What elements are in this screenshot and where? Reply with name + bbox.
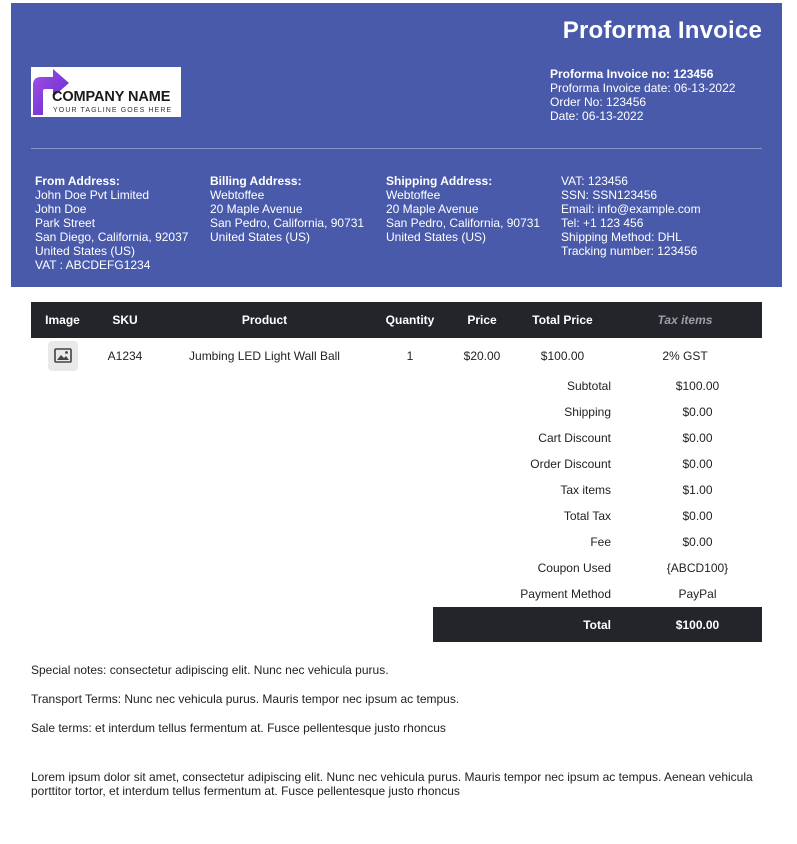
totals-label: Coupon Used xyxy=(537,561,611,575)
totals-value: $0.00 xyxy=(682,405,713,419)
address-line: Park Street xyxy=(35,216,96,230)
cell-image xyxy=(31,338,94,374)
totals-label: Cart Discount xyxy=(538,431,611,445)
column-header-quantity: Quantity xyxy=(373,302,447,338)
totals-label: Payment Method xyxy=(520,587,611,601)
totals-label: Total Tax xyxy=(563,509,611,523)
ssn-line: SSN: SSN123456 xyxy=(561,188,658,202)
totals-value: $0.00 xyxy=(682,431,713,445)
address-line: 20 Maple Avenue xyxy=(210,202,303,216)
totals-value: $0.00 xyxy=(682,457,713,471)
column-header-product: Product xyxy=(156,302,373,338)
grand-total-value: $100.00 xyxy=(633,607,762,642)
totals-row-fee: Fee $0.00 xyxy=(433,529,762,555)
totals-row-grand-total: Total $100.00 xyxy=(433,607,762,642)
vat-line: VAT: 123456 xyxy=(561,174,628,188)
totals-label: Fee xyxy=(590,535,611,549)
address-line: Webtoffee xyxy=(386,188,441,202)
invoice-number: Proforma Invoice no: 123456 xyxy=(550,67,714,81)
invoice-header: Proforma Invoice COMPANY NAME YOUR TAGLI… xyxy=(11,3,782,287)
image-icon xyxy=(53,348,72,363)
shipping-address: Shipping Address: Webtoffee 20 Maple Ave… xyxy=(386,174,540,244)
cell-sku: A1234 xyxy=(107,349,143,363)
totals-value: $0.00 xyxy=(682,509,713,523)
totals-value: $0.00 xyxy=(682,535,713,549)
billing-address: Billing Address: Webtoffee 20 Maple Aven… xyxy=(210,174,364,244)
address-line: VAT : ABCDEFG1234 xyxy=(35,258,151,272)
totals-row-cart-discount: Cart Discount $0.00 xyxy=(433,425,762,451)
address-line: San Pedro, California, 90731 xyxy=(386,216,541,230)
totals-row-subtotal: Subtotal $100.00 xyxy=(433,373,762,399)
company-logo: COMPANY NAME YOUR TAGLINE GOES HERE xyxy=(31,67,181,117)
invoice-date: Proforma Invoice date: 06-13-2022 xyxy=(550,81,736,95)
footer-text: Lorem ipsum dolor sit amet, consectetur … xyxy=(31,770,753,798)
totals-row-tax-items: Tax items $1.00 xyxy=(433,477,762,503)
totals-row-order-discount: Order Discount $0.00 xyxy=(433,451,762,477)
cell-price: $20.00 xyxy=(463,349,501,363)
header-divider xyxy=(31,148,762,149)
column-header-image: Image xyxy=(31,302,94,338)
extra-info: VAT: 123456 SSN: SSN123456 Email: info@e… xyxy=(561,174,701,258)
address-line: 20 Maple Avenue xyxy=(386,202,479,216)
totals-label: Tax items xyxy=(560,483,611,497)
shipping-method-line: Shipping Method: DHL xyxy=(561,230,682,244)
order-number: Order No: 123456 xyxy=(550,95,647,109)
billing-address-heading: Billing Address: xyxy=(210,174,302,188)
address-line: John Doe Pvt Limited xyxy=(35,188,150,202)
totals-value: {ABCD100} xyxy=(666,561,729,575)
logo-company-name: COMPANY NAME xyxy=(52,89,171,105)
address-line: United States (US) xyxy=(210,230,311,244)
totals-value: PayPal xyxy=(678,587,717,601)
address-line: John Doe xyxy=(35,202,87,216)
email-line: Email: info@example.com xyxy=(561,202,701,216)
from-address-heading: From Address: xyxy=(35,174,120,188)
address-line: San Diego, California, 92037 xyxy=(35,230,189,244)
column-header-price: Price xyxy=(447,302,517,338)
totals-label: Order Discount xyxy=(530,457,611,471)
cell-product: Jumbing LED Light Wall Ball xyxy=(189,349,340,363)
tracking-number-line: Tracking number: 123456 xyxy=(561,244,698,258)
totals-row-total-tax: Total Tax $0.00 xyxy=(433,503,762,529)
cell-tax: 2% GST xyxy=(662,349,708,363)
product-image-placeholder xyxy=(47,341,78,371)
table-row: A1234 Jumbing LED Light Wall Ball 1 $20.… xyxy=(31,338,762,374)
totals-row-coupon: Coupon Used {ABCD100} xyxy=(433,555,762,581)
totals-table: Subtotal $100.00 Shipping $0.00 Cart Dis… xyxy=(433,373,762,642)
address-line: Webtoffee xyxy=(210,188,265,202)
cell-quantity: 1 xyxy=(406,349,414,363)
column-header-tax-items: Tax items xyxy=(608,302,762,338)
line-items-table: Image SKU Product Quantity Price Total P… xyxy=(31,302,762,374)
from-address: From Address: John Doe Pvt Limited John … xyxy=(35,174,188,272)
sale-terms: Sale terms: et interdum tellus fermentum… xyxy=(31,721,446,735)
special-notes: Special notes: consectetur adipiscing el… xyxy=(31,663,389,677)
table-header-row: Image SKU Product Quantity Price Total P… xyxy=(31,302,762,338)
totals-label: Subtotal xyxy=(566,379,611,393)
totals-label: Shipping xyxy=(564,405,611,419)
shipping-address-heading: Shipping Address: xyxy=(386,174,493,188)
address-line: United States (US) xyxy=(35,244,136,258)
column-header-sku: SKU xyxy=(94,302,156,338)
totals-value: $1.00 xyxy=(682,483,713,497)
cell-total-price: $100.00 xyxy=(540,349,585,363)
column-header-total-price: Total Price xyxy=(517,302,608,338)
page-title: Proforma Invoice xyxy=(562,17,762,44)
address-line: San Pedro, California, 90731 xyxy=(210,216,365,230)
address-line: United States (US) xyxy=(386,230,487,244)
totals-value: $100.00 xyxy=(675,379,720,393)
totals-row-shipping: Shipping $0.00 xyxy=(433,399,762,425)
transport-terms: Transport Terms: Nunc nec vehicula purus… xyxy=(31,692,460,706)
grand-total-label: Total xyxy=(433,607,633,642)
order-date: Date: 06-13-2022 xyxy=(550,109,644,123)
tel-line: Tel: +1 123 456 xyxy=(561,216,644,230)
totals-row-payment-method: Payment Method PayPal xyxy=(433,581,762,607)
logo-tagline: YOUR TAGLINE GOES HERE xyxy=(53,107,173,114)
invoice-meta: Proforma Invoice no: 123456 Proforma Inv… xyxy=(550,67,735,123)
